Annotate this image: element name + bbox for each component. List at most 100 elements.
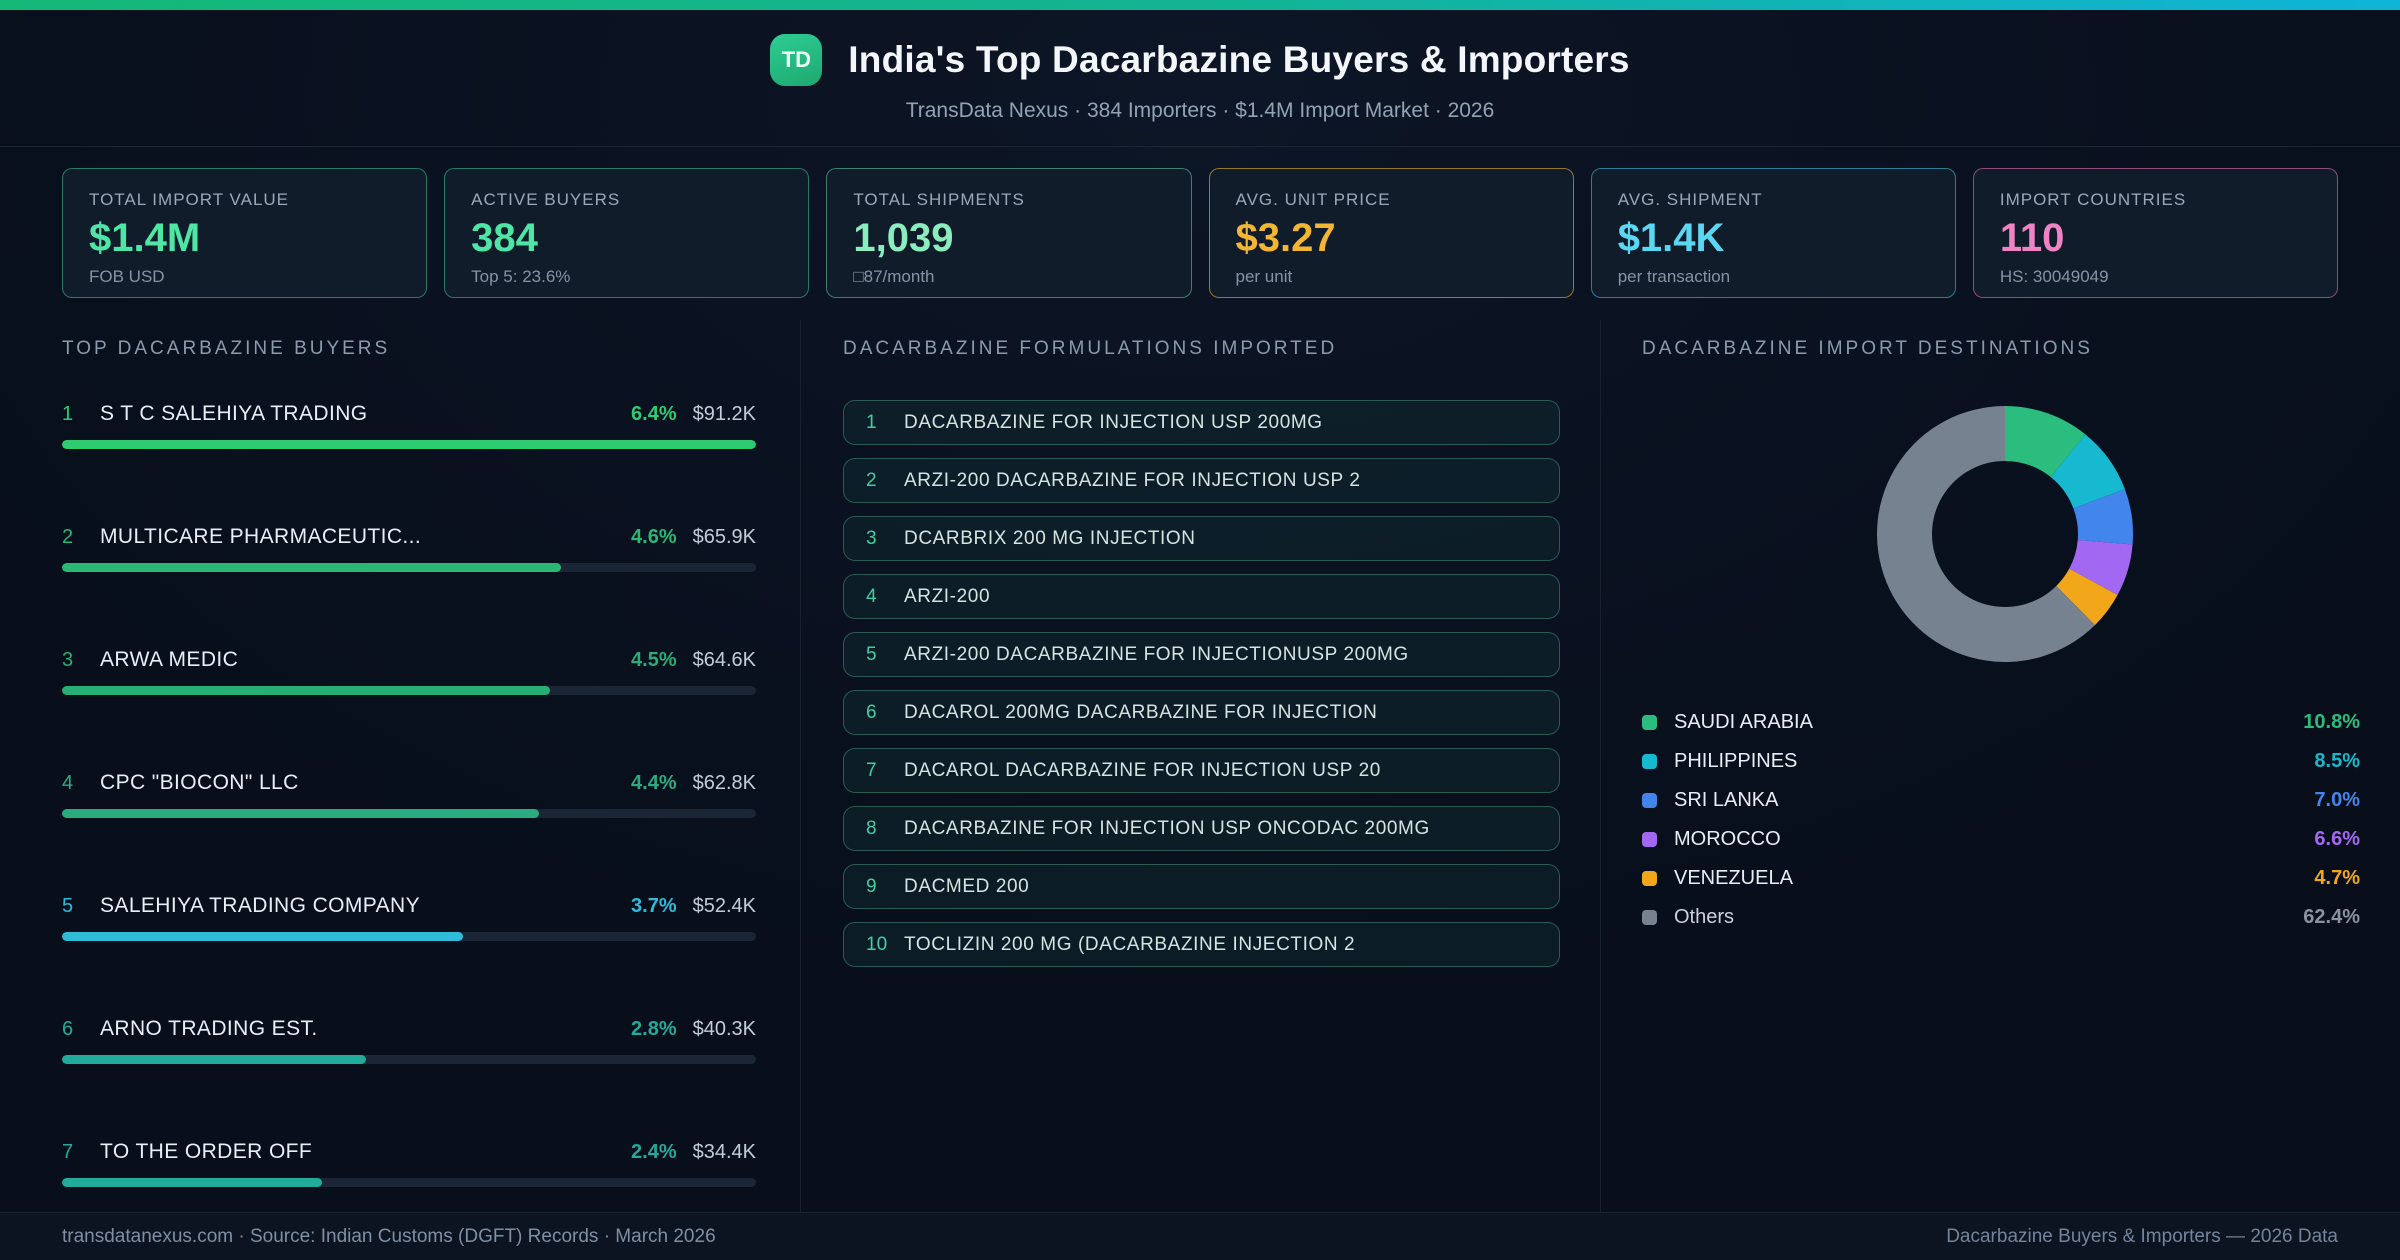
formulation-name: DACAROL DACARBAZINE FOR INJECTION USP 20	[904, 759, 1381, 781]
buyer-bar-track	[62, 440, 756, 449]
destinations-section: DACARBAZINE IMPORT DESTINATIONS SAUDI AR…	[1642, 338, 2360, 937]
buyer-bar-fill	[62, 1178, 323, 1187]
buyer-percent: 4.5%	[631, 649, 677, 671]
destinations-section-title: DACARBAZINE IMPORT DESTINATIONS	[1642, 338, 2093, 359]
buyer-bar-fill	[62, 440, 756, 449]
formulation-name: DACARBAZINE FOR INJECTION USP 200MG	[904, 411, 1323, 433]
legend-label: SRI LANKA	[1674, 789, 1779, 811]
legend-swatch	[1642, 832, 1657, 847]
legend-value: 6.6%	[2314, 828, 2360, 850]
buyer-row: 5 SALEHIYA TRADING COMPANY 3.7% $52.4K	[62, 894, 756, 941]
buyer-rank: 6	[62, 1018, 74, 1040]
stat-card: AVG. UNIT PRICE $3.27 per unit	[1208, 168, 1574, 298]
buyers-section: TOP DACARBAZINE BUYERS 1 S T C SALEHIYA …	[62, 338, 756, 1260]
stat-value: $1.4M	[89, 216, 201, 260]
formulation-item: 8 DACARBAZINE FOR INJECTION USP ONCODAC …	[843, 806, 1560, 851]
stat-card: TOTAL SHIPMENTS 1,039 □87/month	[826, 168, 1192, 298]
legend-row: VENEZUELA 4.7%	[1642, 859, 2360, 898]
legend-value: 10.8%	[2303, 711, 2360, 733]
legend-swatch	[1642, 715, 1657, 730]
buyer-value: $62.8K	[692, 772, 756, 794]
buyer-name: TO THE ORDER OFF	[100, 1140, 313, 1163]
buyer-name: S T C SALEHIYA TRADING	[100, 402, 368, 425]
header-divider	[0, 146, 2400, 147]
buyer-row: 1 S T C SALEHIYA TRADING 6.4% $91.2K	[62, 402, 756, 449]
stat-label: AVG. UNIT PRICE	[1235, 190, 1391, 209]
stat-sub: Top 5: 23.6%	[471, 267, 571, 286]
buyer-bar-fill	[62, 932, 464, 941]
formulation-rank: 6	[866, 701, 877, 723]
destinations-donut-chart	[1877, 406, 2133, 662]
buyer-percent: 6.4%	[631, 403, 677, 425]
buyer-name: MULTICARE PHARMACEUTIC...	[100, 525, 422, 548]
formulation-rank: 4	[866, 585, 877, 607]
buyer-row-header: 7 TO THE ORDER OFF 2.4% $34.4K	[62, 1140, 756, 1164]
buyer-row: 3 ARWA MEDIC 4.5% $64.6K	[62, 648, 756, 695]
formulation-name: DCARBRIX 200 MG INJECTION	[904, 527, 1196, 549]
legend-label: VENEZUELA	[1674, 867, 1793, 889]
buyer-rank: 7	[62, 1141, 74, 1163]
column-divider-left	[800, 320, 801, 1212]
buyer-row-header: 5 SALEHIYA TRADING COMPANY 3.7% $52.4K	[62, 894, 756, 918]
buyer-value: $91.2K	[692, 403, 756, 425]
buyer-bar-track	[62, 563, 756, 572]
formulations-section-title: DACARBAZINE FORMULATIONS IMPORTED	[843, 338, 1338, 359]
formulation-name: DACARBAZINE FOR INJECTION USP ONCODAC 20…	[904, 817, 1430, 839]
formulation-item: 7 DACAROL DACARBAZINE FOR INJECTION USP …	[843, 748, 1560, 793]
formulation-name: ARZI-200	[904, 585, 991, 607]
buyers-list: 1 S T C SALEHIYA TRADING 6.4% $91.2K 2 M…	[62, 402, 756, 1187]
formulation-rank: 8	[866, 817, 877, 839]
buyer-rank: 4	[62, 772, 74, 794]
footer: transdatanexus.com · Source: Indian Cust…	[0, 1212, 2400, 1260]
formulation-rank: 10	[866, 933, 888, 955]
buyer-bar-track	[62, 809, 756, 818]
buyer-row-header: 1 S T C SALEHIYA TRADING 6.4% $91.2K	[62, 402, 756, 426]
stat-value: $3.27	[1235, 216, 1336, 260]
buyer-percent: 4.6%	[631, 526, 677, 548]
formulation-item: 3 DCARBRIX 200 MG INJECTION	[843, 516, 1560, 561]
buyer-row-header: 6 ARNO TRADING EST. 2.8% $40.3K	[62, 1017, 756, 1041]
stat-label: TOTAL SHIPMENTS	[853, 190, 1025, 209]
stat-sub: per transaction	[1617, 267, 1731, 286]
legend-swatch	[1642, 754, 1657, 769]
buyer-value: $65.9K	[692, 526, 756, 548]
buyer-row: 6 ARNO TRADING EST. 2.8% $40.3K	[62, 1017, 756, 1064]
legend-swatch	[1642, 910, 1657, 925]
buyer-bar-track	[62, 1178, 756, 1187]
formulation-item: 6 DACAROL 200MG DACARBAZINE FOR INJECTIO…	[843, 690, 1560, 735]
buyer-bar-fill	[62, 1055, 366, 1064]
buyer-rank: 3	[62, 649, 74, 671]
legend-value: 7.0%	[2314, 789, 2360, 811]
legend-swatch	[1642, 793, 1657, 808]
buyer-row: 7 TO THE ORDER OFF 2.4% $34.4K	[62, 1140, 756, 1187]
formulation-rank: 2	[866, 469, 877, 491]
stats-row: TOTAL IMPORT VALUE $1.4M FOB USD ACTIVE …	[62, 168, 2339, 298]
footer-source-text: transdatanexus.com · Source: Indian Cust…	[62, 1225, 716, 1247]
legend-row: SAUDI ARABIA 10.8%	[1642, 703, 2360, 742]
buyer-bar-fill	[62, 809, 540, 818]
stat-card: IMPORT COUNTRIES 110 HS: 30049049	[1972, 168, 2339, 298]
formulation-name: DACAROL 200MG DACARBAZINE FOR INJECTION	[904, 701, 1378, 723]
buyer-rank: 2	[62, 526, 74, 548]
buyer-percent: 3.7%	[631, 895, 677, 917]
buyer-percent: 2.8%	[631, 1018, 677, 1040]
header: TD India's Top Dacarbazine Buyers & Impo…	[0, 10, 2400, 146]
buyer-row-header: 4 CPC "BIOCON" LLC 4.4% $62.8K	[62, 771, 756, 795]
buyer-value: $34.4K	[692, 1141, 756, 1163]
buyer-rank: 5	[62, 895, 74, 917]
buyer-rank: 1	[62, 403, 74, 425]
buyer-row: 4 CPC "BIOCON" LLC 4.4% $62.8K	[62, 771, 756, 818]
legend-row: SRI LANKA 7.0%	[1642, 781, 2360, 820]
formulation-item: 9 DACMED 200	[843, 864, 1560, 909]
stat-label: IMPORT COUNTRIES	[1999, 190, 2187, 209]
stat-value: 110	[1999, 216, 2065, 260]
buyer-bar-track	[62, 1055, 756, 1064]
brand-logo-badge: TD	[770, 33, 823, 86]
legend-label: MOROCCO	[1674, 828, 1781, 850]
buyer-percent: 2.4%	[631, 1141, 677, 1163]
footer-report-title: Dacarbazine Buyers & Importers — 2026 Da…	[1946, 1225, 2338, 1247]
formulation-rank: 3	[866, 527, 877, 549]
formulation-item: 10 TOCLIZIN 200 MG (DACARBAZINE INJECTIO…	[843, 922, 1560, 967]
formulations-section: DACARBAZINE FORMULATIONS IMPORTED 1 DACA…	[843, 338, 1560, 967]
dashboard-root: TD India's Top Dacarbazine Buyers & Impo…	[0, 0, 2400, 1260]
